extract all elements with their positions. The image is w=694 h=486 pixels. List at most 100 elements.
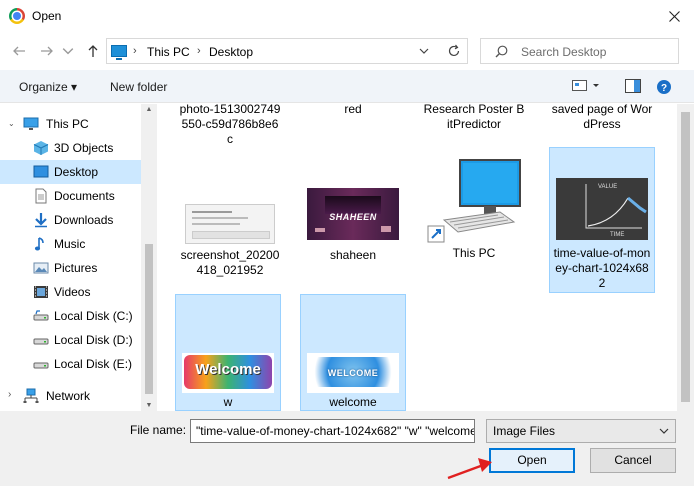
- pc-icon: [427, 159, 521, 243]
- scrollbar-thumb[interactable]: [145, 244, 153, 394]
- chevron-down-icon[interactable]: ⌄: [8, 119, 15, 128]
- chevron-down-icon: [62, 48, 74, 55]
- sidebar-item-videos[interactable]: Videos: [0, 280, 141, 304]
- close-button[interactable]: [654, 0, 694, 32]
- sidebar-item-label: Local Disk (E:): [54, 357, 133, 371]
- arrow-left-icon: [13, 46, 25, 56]
- sidebar-item-network[interactable]: › Network: [0, 384, 141, 408]
- file-item[interactable]: red: [300, 104, 406, 117]
- chevron-down-icon[interactable]: [417, 44, 431, 58]
- drive-icon: [33, 338, 49, 345]
- sidebar-item-3d-objects[interactable]: 3D Objects: [0, 136, 141, 160]
- 3d-objects-icon: [33, 141, 49, 155]
- navigation-pane: ⌄ This PC 3D Objects Desktop Documents D…: [0, 104, 157, 411]
- image-thumbnail: VALUE TIME: [556, 178, 648, 240]
- file-item[interactable]: photo-1513002749550-c59d786b8e6c: [177, 104, 283, 147]
- sidebar-scrollbar[interactable]: ▲ ▼: [141, 104, 157, 411]
- file-item-welcome[interactable]: WELCOME welcome: [300, 294, 406, 411]
- file-item-time-value-chart[interactable]: VALUE TIME time-value-of-money-chart-102…: [549, 147, 655, 293]
- recent-locations-button[interactable]: [62, 42, 74, 60]
- sidebar-item-local-disk-c[interactable]: Local Disk (C:): [0, 304, 141, 328]
- open-button[interactable]: Open: [489, 448, 575, 473]
- file-name: saved page of WordPress: [551, 104, 653, 131]
- sidebar-item-pictures[interactable]: Pictures: [0, 256, 141, 280]
- preview-pane-button[interactable]: [625, 79, 641, 96]
- back-button[interactable]: [10, 42, 28, 60]
- file-item-screenshot[interactable]: screenshot_20200418_021952: [177, 202, 283, 278]
- breadcrumb-this-pc[interactable]: This PC: [147, 45, 190, 59]
- file-item[interactable]: Research Poster BitPredictor: [421, 104, 527, 132]
- help-icon: ?: [657, 80, 671, 94]
- file-name: time-value-of-money-chart-1024x682: [553, 246, 651, 290]
- sidebar-item-label: Local Disk (C:): [54, 309, 133, 323]
- view-options-button[interactable]: [572, 79, 600, 96]
- image-thumbnail: Welcome: [182, 353, 274, 393]
- file-list-scrollbar[interactable]: [677, 104, 694, 411]
- sidebar-item-label: 3D Objects: [54, 141, 114, 155]
- scroll-down-icon[interactable]: ▼: [145, 402, 153, 409]
- address-bar[interactable]: › This PC › Desktop: [106, 38, 468, 64]
- sidebar-item-label: Documents: [54, 189, 115, 203]
- sidebar-item-local-disk-d[interactable]: Local Disk (D:): [0, 328, 141, 352]
- close-icon: [668, 10, 680, 22]
- chevron-right-icon[interactable]: ›: [8, 389, 11, 400]
- sidebar-item-desktop[interactable]: Desktop: [0, 160, 141, 184]
- network-icon: [23, 388, 39, 403]
- file-type-select[interactable]: Image Files: [486, 419, 676, 443]
- arrow-up-icon: [88, 45, 98, 57]
- window-title: Open: [32, 9, 62, 23]
- annotation-arrow-icon: [447, 458, 492, 480]
- sidebar-item-this-pc[interactable]: ⌄ This PC: [0, 112, 141, 136]
- pc-icon: [111, 45, 127, 60]
- file-name: welcome: [329, 395, 377, 409]
- organize-menu[interactable]: Organize ▾: [19, 80, 77, 94]
- sidebar-item-downloads[interactable]: Downloads: [0, 208, 141, 232]
- forward-button[interactable]: [38, 42, 56, 60]
- refresh-icon[interactable]: [447, 44, 461, 58]
- file-name: red: [344, 104, 362, 116]
- file-name: Research Poster BitPredictor: [423, 104, 525, 131]
- sidebar-item-local-disk-e[interactable]: Local Disk (E:): [0, 352, 141, 376]
- navigation-bar: › This PC › Desktop Search Desktop: [0, 32, 694, 70]
- help-button[interactable]: ?: [656, 79, 672, 98]
- command-toolbar: Organize ▾ New folder ?: [0, 70, 694, 103]
- up-button[interactable]: [84, 42, 102, 60]
- file-list: photo-1513002749550-c59d786b8e6c red Res…: [157, 104, 677, 411]
- scroll-up-icon[interactable]: ▲: [145, 106, 153, 113]
- new-folder-button[interactable]: New folder: [110, 80, 167, 94]
- sidebar-item-documents[interactable]: Documents: [0, 184, 141, 208]
- search-box[interactable]: Search Desktop: [480, 38, 679, 64]
- sidebar-item-music[interactable]: Music: [0, 232, 141, 256]
- file-name: photo-1513002749550-c59d786b8e6c: [179, 104, 281, 146]
- file-name: w: [223, 395, 233, 409]
- file-item-w[interactable]: Welcome w: [175, 294, 281, 411]
- file-item[interactable]: saved page of WordPress: [549, 104, 655, 132]
- breadcrumb-separator: ›: [133, 45, 137, 57]
- file-item-this-pc[interactable]: This PC: [421, 156, 527, 261]
- image-thumbnail: WELCOME: [307, 353, 399, 393]
- file-name: shaheen: [329, 248, 377, 262]
- thumbnail-text: Welcome: [195, 361, 261, 378]
- sidebar-item-label: Downloads: [54, 213, 114, 227]
- breadcrumb-separator: ›: [197, 45, 201, 57]
- videos-icon: [34, 286, 48, 298]
- organize-label: Organize: [19, 80, 68, 94]
- svg-text:?: ?: [661, 83, 667, 94]
- music-icon: [34, 237, 44, 251]
- sidebar-item-label: This PC: [46, 117, 89, 131]
- breadcrumb-desktop[interactable]: Desktop: [209, 45, 253, 59]
- sidebar-item-label: Desktop: [54, 165, 99, 179]
- search-icon: [495, 45, 508, 58]
- title-bar: Open: [0, 0, 694, 32]
- sidebar-item-label: Music: [54, 237, 86, 251]
- thumbnail-text: WELCOME: [327, 368, 379, 378]
- search-placeholder: Search Desktop: [521, 45, 607, 59]
- cancel-button[interactable]: Cancel: [590, 448, 676, 473]
- file-name-input[interactable]: "time-value-of-money-chart-1024x682" "w"…: [190, 419, 475, 443]
- sidebar-item-label: Pictures: [54, 261, 98, 275]
- file-item-shaheen[interactable]: SHAHEEN shaheen: [300, 186, 406, 263]
- image-thumbnail: [185, 204, 275, 244]
- sidebar-item-label: Videos: [54, 285, 91, 299]
- scrollbar-thumb[interactable]: [681, 112, 690, 402]
- arrow-right-icon: [41, 46, 53, 56]
